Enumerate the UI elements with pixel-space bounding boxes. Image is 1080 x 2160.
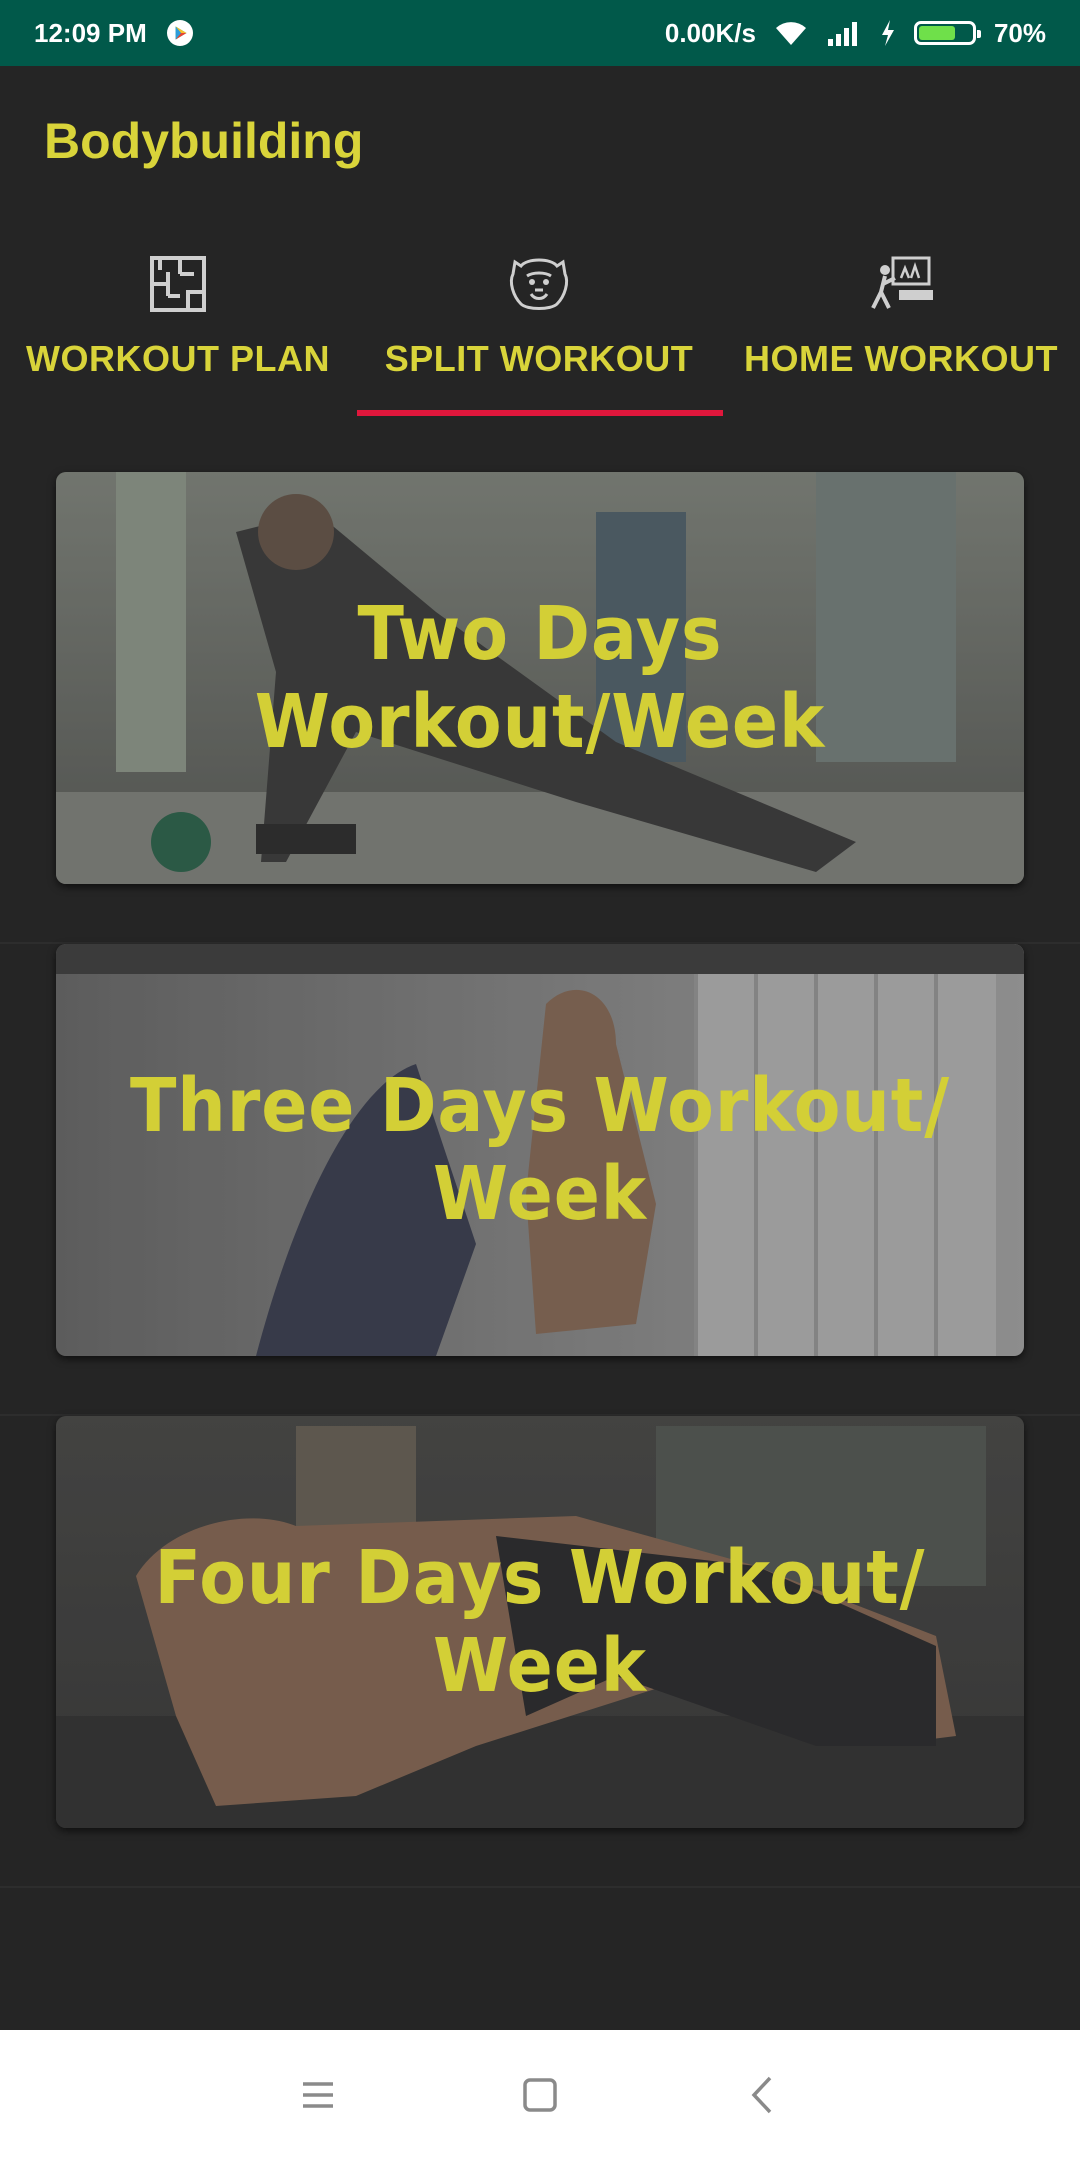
play-store-icon [166, 20, 193, 46]
status-time: 12:09 PM [34, 17, 147, 48]
network-speed: 0.00K/s [664, 17, 756, 48]
status-bar: 12:09 PM 0.00K/s 70% [0, 0, 1080, 66]
tab-indicator [357, 410, 723, 416]
three-days-workout-card[interactable]: Three Days Workout/ Week [56, 944, 1024, 1356]
home-training-icon [871, 256, 933, 309]
tab-workout-plan[interactable]: WORKOUT PLAN [0, 240, 356, 420]
app-title: Bodybuilding [44, 113, 364, 169]
signal-icon [827, 22, 857, 46]
workout-card-list: Two Days Workout/Week Three Days Workout… [0, 472, 1080, 1888]
card-title: Four Days Workout/ Week [154, 1535, 926, 1709]
card-row: Three Days Workout/ Week [0, 944, 1080, 1416]
back-icon[interactable] [740, 2070, 790, 2120]
card-row: Two Days Workout/Week [0, 472, 1080, 944]
system-nav-bar [0, 2030, 1080, 2160]
battery-fill [918, 26, 956, 40]
tab-label: WORKOUT PLAN [26, 338, 330, 379]
tab-label: HOME WORKOUT [744, 338, 1058, 379]
tab-bar: WORKOUT PLAN SPLIT WORKOUT HOME WORKOUT [0, 240, 1080, 420]
charging-icon [881, 20, 894, 46]
battery-percent: 70% [993, 17, 1046, 48]
battery-icon [913, 21, 981, 45]
tab-split-workout[interactable]: SPLIT WORKOUT [356, 240, 722, 420]
tab-home-workout[interactable]: HOME WORKOUT [722, 240, 1080, 420]
card-title: Three Days Workout/ Week [129, 1063, 951, 1237]
four-days-workout-card[interactable]: Four Days Workout/ Week [56, 1416, 1024, 1828]
tab-label: SPLIT WORKOUT [384, 338, 694, 379]
two-days-workout-card[interactable]: Two Days Workout/Week [56, 472, 1024, 884]
wifi-icon [775, 22, 806, 45]
menu-icon[interactable] [293, 2070, 343, 2120]
floor-plan-icon [150, 256, 206, 312]
card-title: Two Days Workout/Week [254, 591, 826, 765]
home-icon[interactable] [515, 2070, 565, 2120]
card-row: Four Days Workout/ Week [0, 1416, 1080, 1888]
gorilla-icon [509, 258, 569, 310]
